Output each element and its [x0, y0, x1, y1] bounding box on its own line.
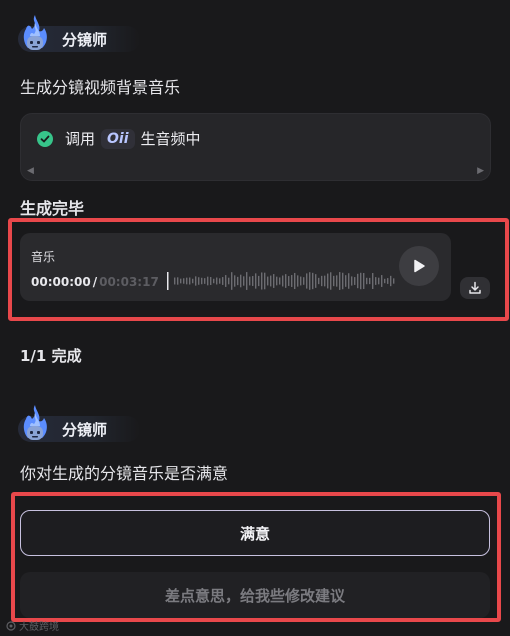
step-title: 生成分镜视频背景音乐	[20, 78, 181, 97]
watermark-logo-icon	[6, 620, 16, 631]
check-circle-icon	[37, 130, 53, 147]
scroll-left-icon[interactable]: ◀	[27, 166, 34, 176]
tool-call-prefix: 调用	[65, 130, 96, 148]
agent-tag-2: 分镜师	[18, 404, 140, 444]
tool-call-card: 调用 Oii 生音频中 ◀ ▶	[20, 113, 491, 181]
highlight-box-result	[8, 218, 509, 321]
watermark: 大鼓跨境	[6, 618, 59, 633]
progress-text: 1/1 完成	[20, 347, 82, 365]
agent-tag: 分镜师	[18, 14, 140, 54]
scroll-right-icon[interactable]: ▶	[477, 166, 484, 176]
question-text: 你对生成的分镜音乐是否满意	[20, 464, 229, 483]
done-title: 生成完毕	[20, 199, 85, 218]
flame-avatar-icon	[23, 15, 47, 50]
agent-name: 分镜师	[62, 420, 108, 439]
tool-name-chip: Oii	[101, 128, 135, 149]
agent-name: 分镜师	[62, 30, 108, 49]
highlight-box-choices	[11, 492, 501, 622]
flame-avatar-icon	[23, 405, 47, 440]
watermark-text: 大鼓跨境	[19, 622, 59, 633]
tool-call-suffix: 生音频中	[140, 130, 201, 148]
